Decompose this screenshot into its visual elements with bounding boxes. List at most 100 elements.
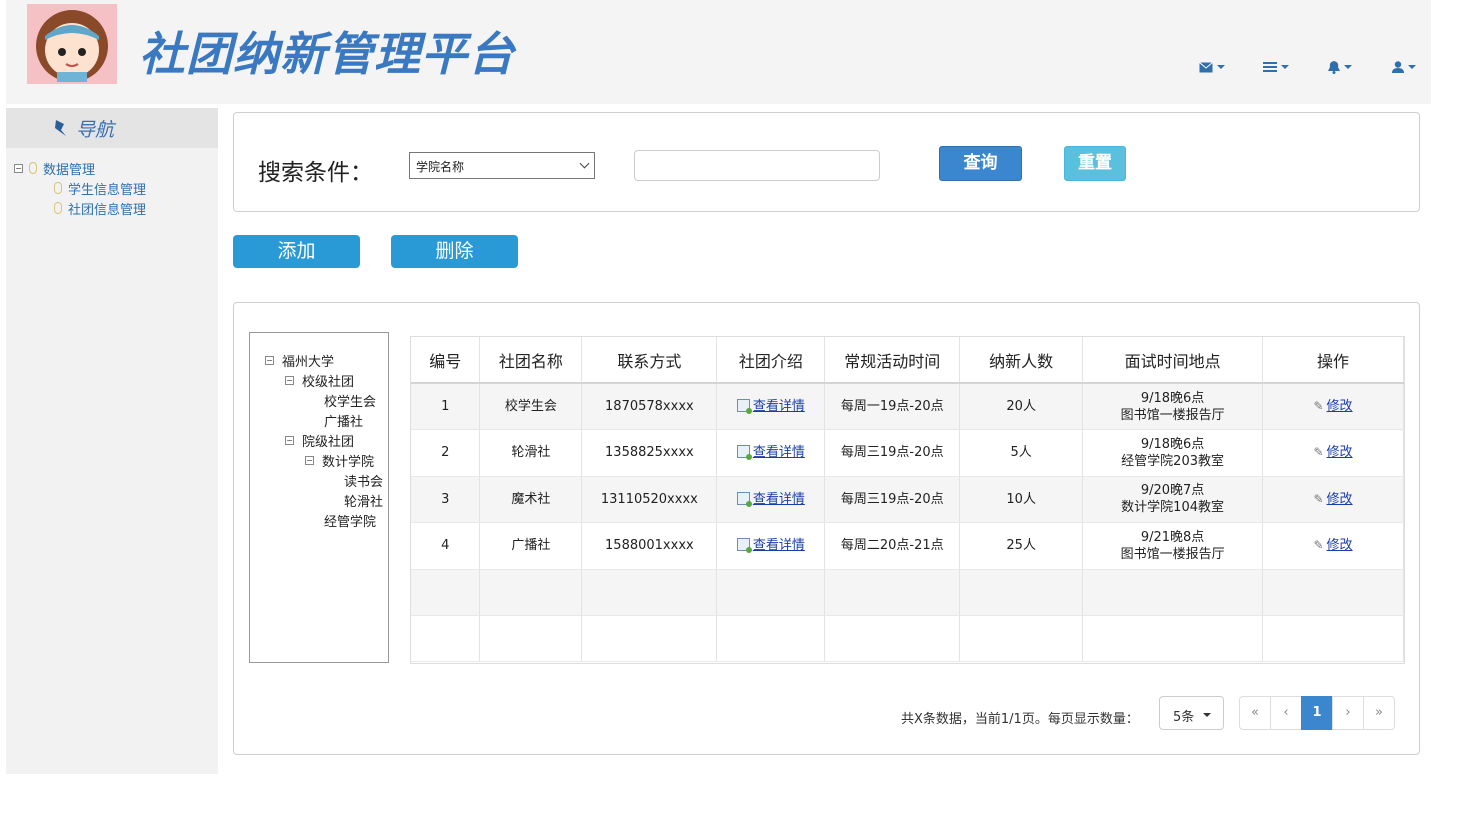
- column-header[interactable]: 常规活动时间: [824, 337, 961, 384]
- document-icon: [736, 538, 752, 554]
- cell-contact: 1870578xxxx: [581, 383, 718, 430]
- avatar-logo: [27, 4, 117, 84]
- app-title: 社团纳新管理平台: [139, 27, 515, 81]
- edit-link[interactable]: 修改: [1327, 445, 1353, 460]
- sidebar-item-student-info[interactable]: 学生信息管理: [14, 178, 218, 198]
- interview-place: 图书馆一楼报告厅: [1120, 407, 1225, 423]
- chevron-down-icon: [1344, 65, 1352, 69]
- nav-title: 导航: [76, 118, 115, 141]
- cell-name: 轮滑社: [479, 429, 583, 477]
- notifications-menu[interactable]: [1308, 56, 1372, 78]
- chevron-down-icon: [1217, 65, 1225, 69]
- collapse-icon[interactable]: −: [14, 163, 23, 173]
- cell-actions: ✎ 修改: [1262, 383, 1404, 430]
- nav-tree: − 数据管理 学生信息管理 社团信息管理: [6, 148, 218, 218]
- tree-node-leaf[interactable]: 校学生会: [324, 390, 376, 410]
- cell-contact: 1358825xxxx: [581, 429, 718, 477]
- next-page-button[interactable]: ›: [1332, 696, 1364, 730]
- cell-intro: 查看详情: [716, 429, 826, 477]
- tree-node-label: 校学生会: [324, 394, 377, 410]
- document-icon: [736, 491, 752, 507]
- edit-link[interactable]: 修改: [1327, 538, 1353, 553]
- add-button[interactable]: 添加: [233, 235, 360, 268]
- collapse-icon[interactable]: −: [305, 455, 314, 465]
- column-header[interactable]: 操作: [1262, 337, 1404, 384]
- chevron-down-icon: [1203, 713, 1211, 717]
- cell-name: 魔术社: [479, 476, 583, 523]
- table-row[interactable]: 3 魔术社 13110520xxxx 查看详情 每周三19点-20点 10人 9…: [411, 476, 1404, 523]
- cell-id: 4: [411, 522, 481, 570]
- cell-activity: 每周二20点-21点: [824, 522, 961, 570]
- reset-button[interactable]: 重置: [1064, 146, 1126, 181]
- view-details-link[interactable]: 查看详情: [753, 399, 805, 414]
- cell-intro: 查看详情: [716, 476, 826, 523]
- table-row-empty: [411, 615, 1404, 662]
- collapse-icon[interactable]: −: [285, 375, 294, 385]
- college-select[interactable]: 学院名称: [409, 152, 595, 179]
- table-row[interactable]: 4 广播社 1588001xxxx 查看详情 每周二20点-21点 25人 9/…: [411, 522, 1404, 570]
- table-header-row: 编号 社团名称 联系方式 社团介绍 常规活动时间 纳新人数 面试时间地点 操作: [411, 337, 1404, 384]
- edit-link[interactable]: 修改: [1327, 492, 1353, 507]
- pushpin-icon: [55, 120, 66, 136]
- column-header[interactable]: 社团名称: [479, 337, 583, 384]
- interview-place: 经管学院203教室: [1121, 453, 1224, 469]
- pencil-icon: ✎: [1313, 445, 1324, 460]
- sidebar-item-data-management[interactable]: − 数据管理: [14, 158, 218, 178]
- view-details-link[interactable]: 查看详情: [753, 538, 805, 553]
- chevron-down-icon: [579, 158, 590, 169]
- last-page-button[interactable]: »: [1363, 696, 1395, 730]
- column-header[interactable]: 编号: [411, 337, 481, 384]
- page-size-value: 5条: [1173, 710, 1195, 725]
- view-details-link[interactable]: 查看详情: [753, 492, 805, 507]
- column-header[interactable]: 社团介绍: [716, 337, 826, 384]
- sidebar-item-label: 社团信息管理: [68, 202, 147, 218]
- query-button[interactable]: 查询: [939, 146, 1022, 181]
- cell-intro: 查看详情: [716, 522, 826, 570]
- cell-interview: 9/18晚6点 经管学院203教室: [1082, 429, 1264, 477]
- interview-time: 9/18晚6点: [1140, 436, 1205, 452]
- tree-node-leaf[interactable]: 读书会: [344, 470, 383, 490]
- tree-node-school-level[interactable]: − 校级社团: [285, 370, 354, 390]
- tree-node-college-econ[interactable]: 经管学院: [324, 510, 376, 530]
- delete-button[interactable]: 删除: [391, 235, 518, 268]
- folder-icon: [29, 162, 37, 174]
- table-row[interactable]: 2 轮滑社 1358825xxxx 查看详情 每周三19点-20点 5人 9/1…: [411, 429, 1404, 477]
- page-size-select[interactable]: 5条: [1159, 696, 1224, 730]
- cell-count: 5人: [959, 429, 1084, 477]
- sidebar-item-label: 数据管理: [43, 162, 96, 178]
- column-header[interactable]: 联系方式: [581, 337, 718, 384]
- tasks-menu[interactable]: [1244, 56, 1308, 78]
- tree-node-leaf[interactable]: 广播社: [324, 410, 363, 430]
- org-tree: − 福州大学 − 校级社团 校学生会 广播社 − 院级社团 − 数计学院 读书会…: [249, 332, 389, 663]
- view-details-link[interactable]: 查看详情: [753, 445, 805, 460]
- table-row-empty: [411, 569, 1404, 616]
- pagination-info: 共X条数据，当前1/1页。每页显示数量：: [901, 712, 1139, 727]
- cell-contact: 13110520xxxx: [581, 476, 718, 523]
- search-input[interactable]: [634, 150, 880, 181]
- interview-time: 9/21晚8点: [1140, 529, 1205, 545]
- pagination: « ‹ 1 › »: [1239, 696, 1395, 730]
- column-header[interactable]: 纳新人数: [959, 337, 1084, 384]
- clubs-table: 编号 社团名称 联系方式 社团介绍 常规活动时间 纳新人数 面试时间地点 操作 …: [410, 336, 1405, 664]
- tree-node-root[interactable]: − 福州大学: [265, 350, 334, 370]
- tree-node-college-math[interactable]: − 数计学院: [305, 450, 374, 470]
- table-row[interactable]: 1 校学生会 1870578xxxx 查看详情 每周一19点-20点 20人 9…: [411, 383, 1404, 430]
- user-menu[interactable]: [1372, 56, 1436, 78]
- tree-node-label: 数计学院: [322, 454, 375, 470]
- sidebar-item-club-info[interactable]: 社团信息管理: [14, 198, 218, 218]
- collapse-icon[interactable]: −: [285, 435, 294, 445]
- tree-node-leaf[interactable]: 轮滑社: [344, 490, 383, 510]
- first-page-button[interactable]: «: [1239, 696, 1271, 730]
- tree-node-label: 轮滑社: [344, 494, 384, 510]
- tree-node-college-level[interactable]: − 院级社团: [285, 430, 354, 450]
- messages-menu[interactable]: [1180, 56, 1244, 78]
- edit-link[interactable]: 修改: [1327, 399, 1353, 414]
- page-1-button[interactable]: 1: [1301, 696, 1333, 730]
- cell-contact: 1588001xxxx: [581, 522, 718, 570]
- list-icon: [1263, 61, 1277, 72]
- prev-page-button[interactable]: ‹: [1270, 696, 1302, 730]
- cell-name: 广播社: [479, 522, 583, 570]
- collapse-icon[interactable]: −: [265, 355, 274, 365]
- header-bar: 社团纳新管理平台: [6, 0, 1431, 104]
- column-header[interactable]: 面试时间地点: [1082, 337, 1264, 384]
